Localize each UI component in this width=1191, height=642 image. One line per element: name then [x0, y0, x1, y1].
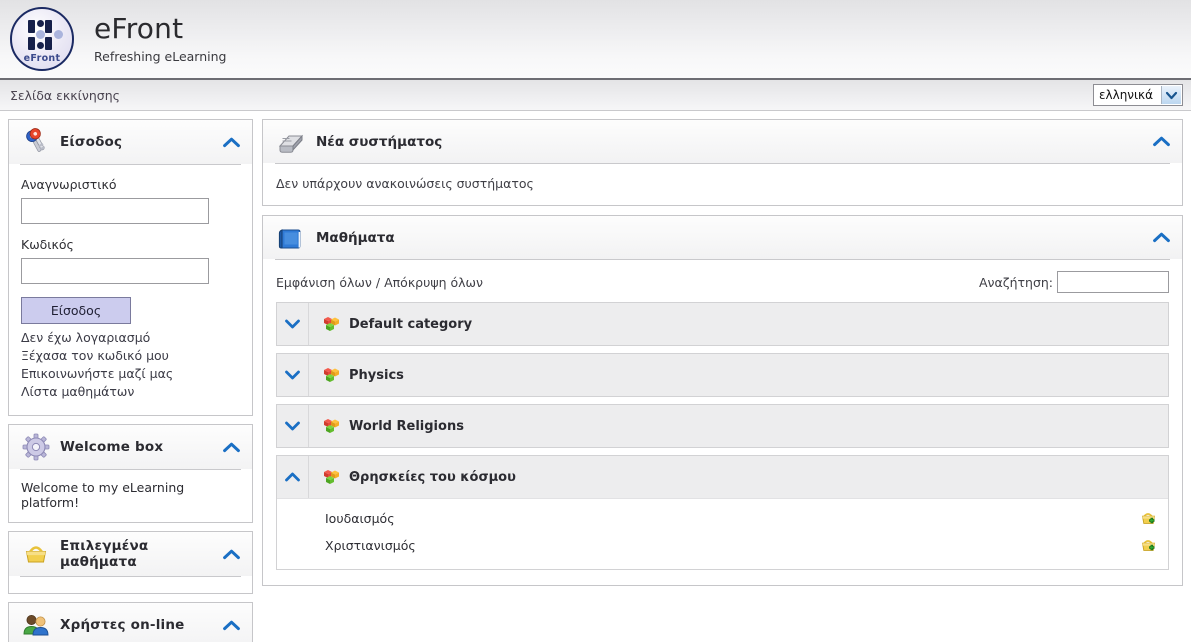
course-list-link[interactable]: Λίστα μαθημάτων — [21, 383, 240, 401]
course-name[interactable]: Ιουδαισμός — [325, 511, 395, 526]
cubes-icon — [321, 416, 341, 436]
course-name[interactable]: Χριστιανισμός — [325, 538, 416, 553]
course-row[interactable]: Ιουδαισμός — [277, 505, 1168, 532]
chevron-up-icon[interactable] — [220, 436, 242, 458]
basket-icon — [21, 539, 51, 569]
add-to-basket-icon[interactable] — [1140, 510, 1158, 528]
add-to-basket-icon[interactable] — [1140, 537, 1158, 555]
login-submit-button[interactable]: Είσοδος — [21, 297, 131, 324]
book-icon — [276, 223, 306, 253]
selected-courses-box-body — [9, 577, 252, 593]
system-news-title: Νέα συστήματος — [316, 133, 443, 150]
cubes-icon — [321, 365, 341, 385]
breadcrumb-home[interactable]: Σελίδα εκκίνησης — [10, 88, 120, 103]
chevron-up-icon[interactable] — [220, 131, 242, 153]
chevron-down-icon[interactable] — [277, 405, 309, 447]
category-item: Θρησκείες του κόσμου Ιουδαισμός Χριστιαν… — [276, 455, 1169, 570]
category-name: Default category — [349, 316, 473, 332]
welcome-box-body: Welcome to my eLearning platform! — [9, 470, 252, 522]
brand-block: eFront Refreshing eLearning — [94, 11, 227, 64]
courses-toolbar: Εμφάνιση όλων / Απόκρυψη όλων Αναζήτηση: — [263, 260, 1182, 302]
online-users-box-header: Χρήστες on-line — [9, 603, 252, 642]
register-link[interactable]: Δεν έχω λογαριασμό — [21, 329, 240, 347]
collapse-all-link[interactable]: Απόκρυψη όλων — [384, 275, 483, 290]
main-content: Νέα συστήματος Δεν υπάρχουν ανακοινώσεις… — [262, 119, 1183, 595]
logo-wordmark: eFront — [23, 53, 61, 64]
toolbar-separator: / — [375, 274, 381, 290]
login-links: Δεν έχω λογαριασμό Ξέχασα τον κωδικό μου… — [21, 329, 240, 401]
category-header[interactable]: World Religions — [277, 405, 1168, 447]
category-header[interactable]: Physics — [277, 354, 1168, 396]
login-box-header: Είσοδος — [9, 120, 252, 164]
selected-courses-box: Επιλεγμένα μαθήματα — [8, 531, 253, 594]
cubes-icon — [321, 467, 341, 487]
chevron-up-icon[interactable] — [1150, 131, 1172, 153]
welcome-box-header: Welcome box — [9, 425, 252, 469]
course-row[interactable]: Χριστιανισμός — [277, 532, 1168, 559]
system-news-empty-message: Δεν υπάρχουν ανακοινώσεις συστήματος — [276, 176, 534, 191]
welcome-box-title: Welcome box — [60, 439, 164, 455]
login-box-body: Αναγνωριστικό Κωδικός Είσοδος Δεν έχω λο… — [9, 165, 252, 415]
search-label: Αναζήτηση: — [979, 274, 1053, 290]
system-news-body: Δεν υπάρχουν ανακοινώσεις συστήματος — [263, 164, 1182, 205]
cubes-icon — [321, 314, 341, 334]
selected-courses-box-header: Επιλεγμένα μαθήματα — [9, 532, 252, 576]
courses-header: Μαθήματα — [263, 216, 1182, 259]
chevron-up-icon[interactable] — [1150, 227, 1172, 249]
chevron-up-icon[interactable] — [221, 543, 242, 565]
gear-icon — [21, 432, 51, 462]
chevron-down-icon[interactable] — [277, 354, 309, 396]
category-name: Θρησκείες του κόσμου — [349, 469, 516, 485]
password-label: Κωδικός — [21, 237, 74, 252]
login-box-title: Είσοδος — [60, 134, 123, 150]
category-item: Physics — [276, 353, 1169, 397]
category-header[interactable]: Default category — [277, 303, 1168, 345]
chevron-up-icon[interactable] — [277, 456, 309, 498]
category-name: Physics — [349, 367, 404, 383]
category-list: Default category Physics World Religions… — [263, 302, 1182, 585]
welcome-message: Welcome to my eLearning platform! — [21, 480, 185, 510]
language-select[interactable]: ελληνικά — [1093, 84, 1183, 106]
keys-icon — [21, 127, 51, 157]
courses-panel: Μαθήματα Εμφάνιση όλων / Απόκρυψη όλων Α… — [262, 215, 1183, 586]
efront-logo-icon: eFront — [10, 7, 74, 71]
chevron-down-icon — [1161, 86, 1181, 104]
app-tagline: Refreshing eLearning — [94, 48, 227, 64]
category-item: World Religions — [276, 404, 1169, 448]
app-header: eFront eFront Refreshing eLearning — [0, 0, 1191, 80]
system-news-header: Νέα συστήματος — [263, 120, 1182, 163]
users-icon — [21, 610, 51, 640]
welcome-box: Welcome box Welcome to my eLearning plat… — [8, 424, 253, 523]
expand-all-link[interactable]: Εμφάνιση όλων — [276, 275, 372, 290]
online-users-box: Χρήστες on-line — [8, 602, 253, 642]
courses-title: Μαθήματα — [316, 229, 395, 246]
selected-courses-box-title: Επιλεγμένα μαθήματα — [60, 538, 149, 570]
page-body: Είσοδος Αναγνωριστικό Κωδικός Είσοδος Δε… — [0, 111, 1191, 642]
courses-search: Αναζήτηση: — [979, 271, 1169, 293]
contact-link[interactable]: Επικοινωνήστε μαζί μας — [21, 365, 240, 383]
login-box: Είσοδος Αναγνωριστικό Κωδικός Είσοδος Δε… — [8, 119, 253, 416]
chevron-down-icon[interactable] — [277, 303, 309, 345]
sidebar: Είσοδος Αναγνωριστικό Κωδικός Είσοδος Δε… — [8, 119, 253, 642]
system-news-panel: Νέα συστήματος Δεν υπάρχουν ανακοινώσεις… — [262, 119, 1183, 206]
password-input[interactable] — [21, 258, 209, 284]
category-item: Default category — [276, 302, 1169, 346]
category-header[interactable]: Θρησκείες του κόσμου — [277, 456, 1168, 498]
category-name: World Religions — [349, 418, 464, 434]
search-input[interactable] — [1057, 271, 1169, 293]
online-users-box-title: Χρήστες on-line — [60, 617, 185, 633]
category-courses: Ιουδαισμός Χριστιανισμός — [277, 498, 1168, 569]
breadcrumb-bar: Σελίδα εκκίνησης ελληνικά — [0, 80, 1191, 111]
app-title: eFront — [94, 11, 184, 45]
chevron-up-icon[interactable] — [220, 614, 242, 636]
language-select-value: ελληνικά — [1099, 88, 1154, 102]
username-label: Αναγνωριστικό — [21, 177, 117, 192]
newspaper-icon — [276, 127, 306, 157]
username-input[interactable] — [21, 198, 209, 224]
forgot-password-link[interactable]: Ξέχασα τον κωδικό μου — [21, 347, 240, 365]
